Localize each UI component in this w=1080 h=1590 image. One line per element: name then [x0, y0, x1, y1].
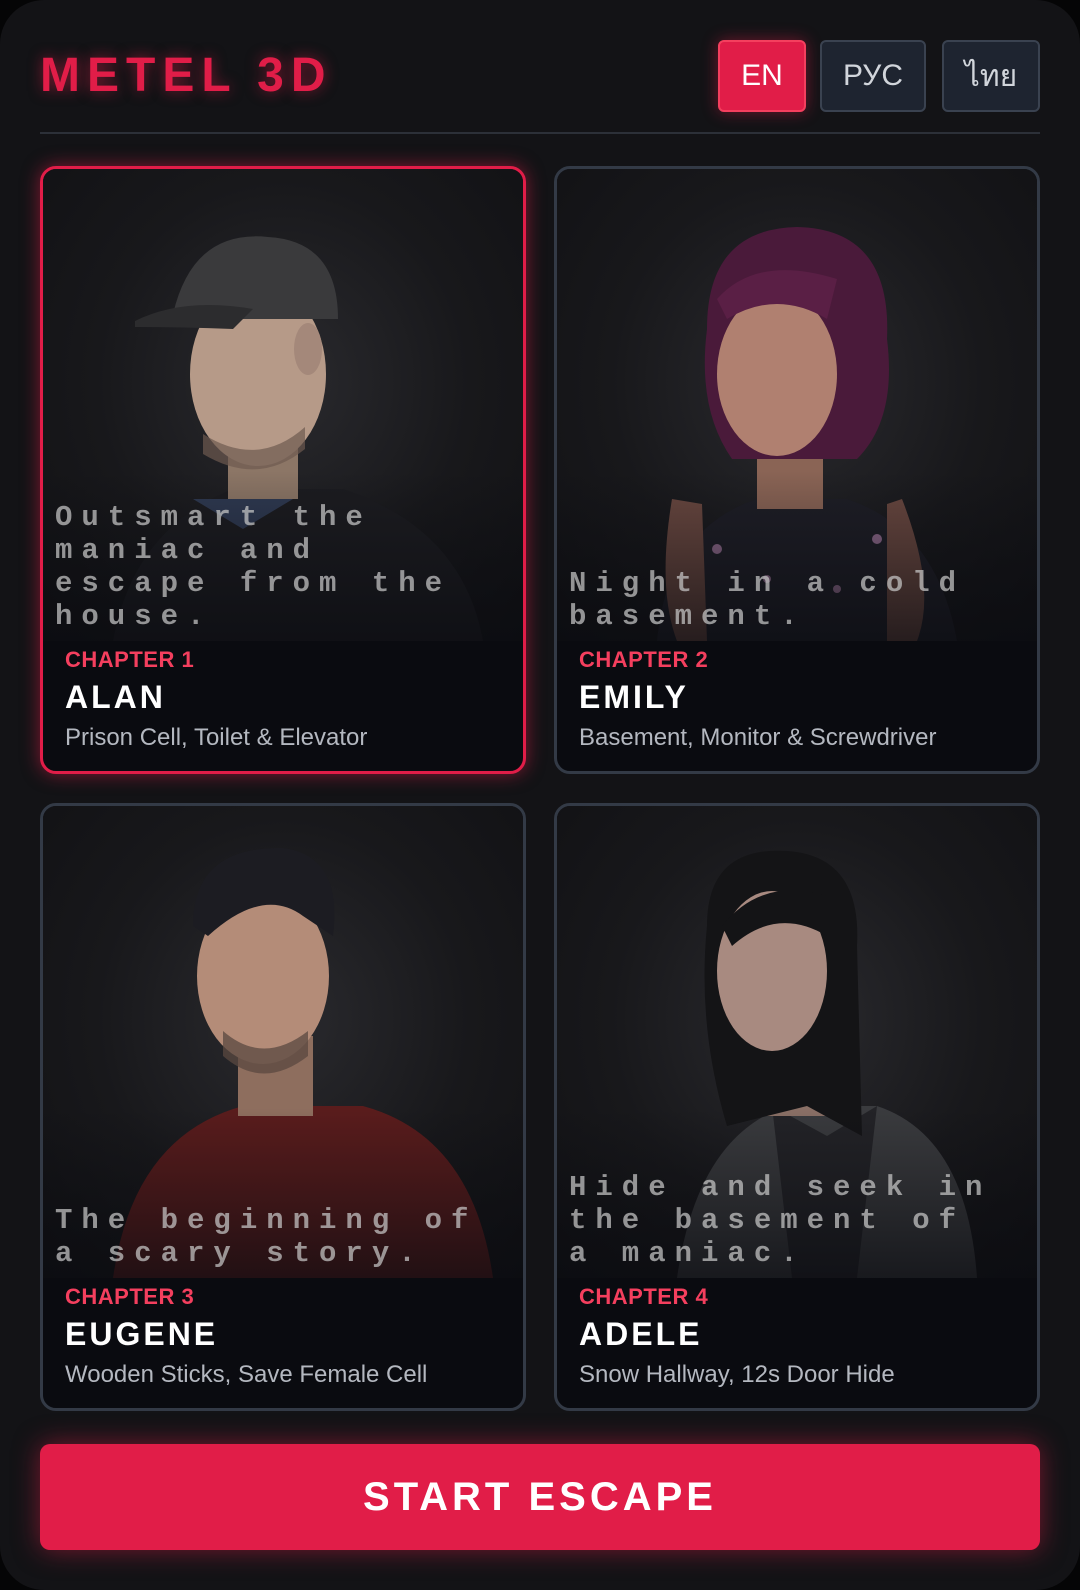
hero-portrait: The beginning of a scary story.: [43, 806, 523, 1278]
chapter-info: CHAPTER 3 EUGENE Wooden Sticks, Save Fem…: [65, 1284, 507, 1389]
chapter-info: CHAPTER 4 ADELE Snow Hallway, 12s Door H…: [579, 1284, 1021, 1389]
main-menu-panel: METEL 3D EN РУС ไทย Outsmart the maniac …: [0, 0, 1080, 1590]
hero-portrait: Outsmart the maniac and escape from the …: [43, 169, 523, 641]
chapter-locations: Snow Hallway, 12s Door Hide: [579, 1361, 895, 1388]
header: METEL 3D EN РУС ไทย: [40, 40, 1040, 112]
header-divider: [40, 132, 1040, 134]
chapter-locations: Prison Cell, Toilet & Elevator: [65, 724, 368, 751]
hero-name: ALAN: [65, 679, 166, 715]
hero-name: ADELE: [579, 1316, 703, 1352]
chapter-info: CHAPTER 2 EMILY Basement, Monitor & Scre…: [579, 647, 1021, 752]
hero-portrait: Night in a cold basement.: [557, 169, 1037, 641]
chapter-tagline: Hide and seek in the basement of a mania…: [569, 1171, 992, 1270]
chapter-locations: Wooden Sticks, Save Female Cell: [65, 1361, 428, 1388]
chapter-tagline: Night in a cold basement.: [569, 567, 966, 633]
hero-name: EMILY: [579, 679, 689, 715]
chapter-card-4[interactable]: Hide and seek in the basement of a mania…: [554, 803, 1040, 1411]
chapter-info: CHAPTER 1 ALAN Prison Cell, Toilet & Ele…: [65, 647, 507, 752]
chapter-tagline: Outsmart the maniac and escape from the …: [55, 501, 452, 633]
hero-name: EUGENE: [65, 1316, 219, 1352]
language-button-th[interactable]: ไทย: [942, 40, 1040, 112]
chapter-card-1[interactable]: Outsmart the maniac and escape from the …: [40, 166, 526, 774]
chapter-locations: Basement, Monitor & Screwdriver: [579, 724, 937, 751]
chapter-card-2[interactable]: Night in a cold basement. CHAPTER 2 EMIL…: [554, 166, 1040, 774]
chapter-card-3[interactable]: The beginning of a scary story. CHAPTER …: [40, 803, 526, 1411]
chapter-label: CHAPTER 4: [579, 1284, 709, 1309]
chapter-tagline: The beginning of a scary story.: [55, 1204, 478, 1270]
hero-portrait: Hide and seek in the basement of a mania…: [557, 806, 1037, 1278]
app-logo: METEL 3D: [40, 49, 333, 102]
chapter-label: CHAPTER 3: [65, 1284, 195, 1309]
language-button-en[interactable]: EN: [718, 40, 806, 112]
chapter-label: CHAPTER 1: [65, 647, 195, 672]
start-escape-button[interactable]: START ESCAPE: [40, 1444, 1040, 1550]
chapter-label: CHAPTER 2: [579, 647, 709, 672]
language-button-ru[interactable]: РУС: [820, 40, 926, 112]
